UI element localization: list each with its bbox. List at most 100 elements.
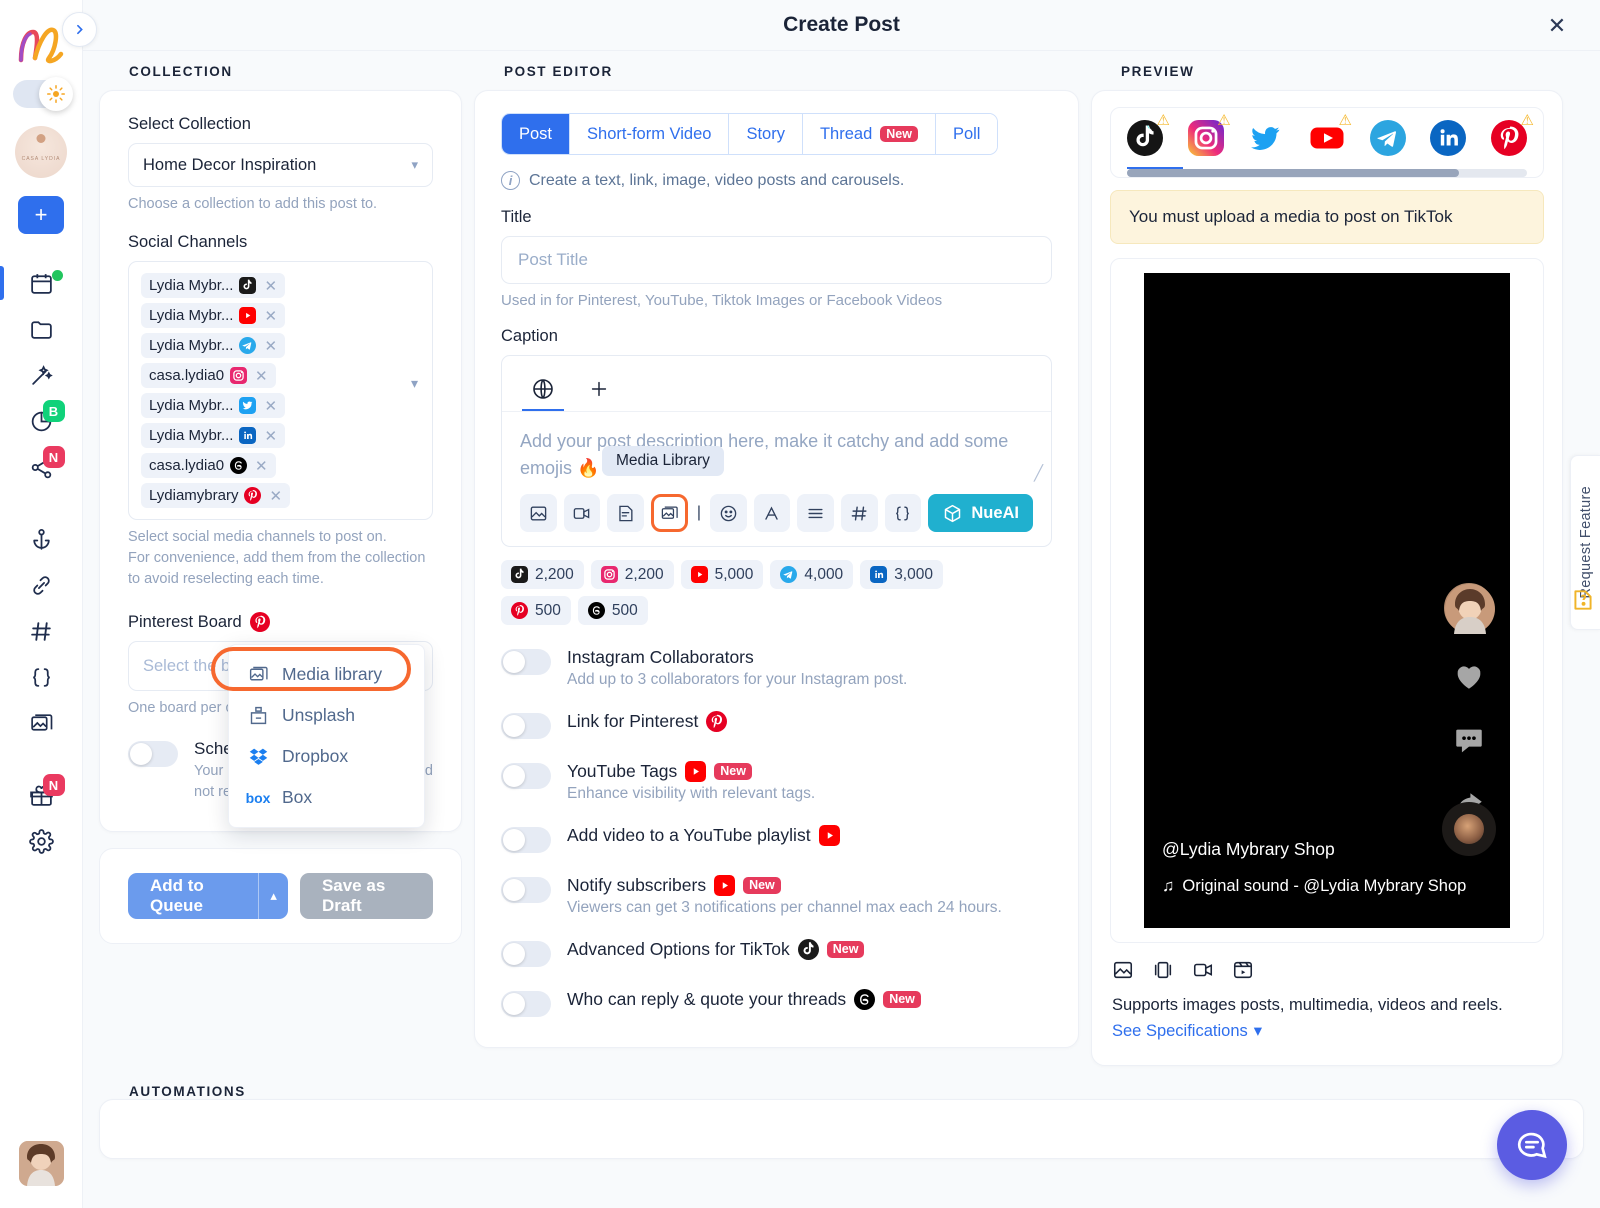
schedule-once-toggle[interactable] — [128, 741, 178, 768]
workspace-avatar[interactable]: CASA LYDIA — [15, 126, 67, 178]
image-icon[interactable] — [520, 494, 557, 532]
heart-icon[interactable] — [1451, 659, 1487, 698]
sidebar-item-settings[interactable] — [0, 818, 83, 864]
create-post-modal: Create Post ✕ COLLECTION Select Collecti… — [83, 0, 1600, 1208]
remove-channel-icon[interactable]: ✕ — [269, 487, 282, 505]
create-new-button[interactable]: + — [18, 196, 64, 234]
tab-thread[interactable]: Thread New — [802, 114, 936, 154]
tab-poll[interactable]: Poll — [935, 114, 998, 154]
video-icon[interactable] — [563, 494, 601, 532]
preview-pinterest-icon[interactable]: ⚠ — [1490, 113, 1534, 156]
youtube-tags-toggle[interactable] — [501, 763, 551, 789]
option-threads-reply: Who can reply & quote your threads New — [501, 989, 1052, 1017]
post-editor-section-label: POST EDITOR — [504, 64, 613, 79]
resize-handle-icon[interactable]: ╱ — [1034, 464, 1043, 482]
sidebar-item-share[interactable]: N — [0, 444, 83, 490]
tab-post[interactable]: Post — [502, 114, 571, 154]
font-icon[interactable] — [753, 494, 791, 532]
hashtag-icon[interactable] — [840, 494, 878, 532]
social-channels-field[interactable]: Lydia Mybr... ✕ Lydia Mybr... ✕ Lydia My… — [128, 261, 433, 521]
link-for-pinterest-toggle[interactable] — [501, 713, 551, 739]
sidebar-item-hashtag[interactable] — [0, 608, 83, 654]
globe-icon[interactable] — [520, 367, 566, 411]
tab-label: Story — [746, 124, 785, 143]
title-input[interactable]: Post Title — [501, 236, 1052, 284]
instagram-collaborators-toggle[interactable] — [501, 649, 551, 675]
sidebar-item-analytics[interactable]: B — [0, 398, 83, 444]
remove-channel-icon[interactable]: ✕ — [264, 307, 277, 325]
channel-chip[interactable]: casa.lydia0 ✕ — [141, 363, 276, 389]
tab-short-form-video[interactable]: Short-form Video — [570, 114, 730, 154]
sidebar-item-media[interactable] — [0, 700, 83, 746]
document-icon[interactable] — [607, 494, 644, 532]
preview-twitter-icon[interactable] — [1248, 120, 1284, 156]
sidebar-item-magic-wand[interactable] — [0, 352, 83, 398]
channel-chip[interactable]: Lydia Mybr... ✕ — [141, 393, 286, 419]
sidebar-item-anchor[interactable] — [0, 516, 83, 562]
emoji-icon[interactable] — [710, 494, 747, 532]
counter-value: 500 — [535, 601, 561, 619]
preview-linkedin-icon[interactable] — [1430, 120, 1467, 156]
option-label: Advanced Options for TikTok — [567, 939, 790, 959]
see-specifications-link[interactable]: See Specifications ▾ — [1110, 1021, 1544, 1041]
variables-icon[interactable] — [884, 494, 922, 532]
chevron-down-icon: ▾ — [411, 157, 418, 172]
threads-reply-toggle[interactable] — [501, 991, 551, 1017]
channel-chip[interactable]: Lydiamybrary ✕ — [141, 483, 291, 509]
dropdown-item-box[interactable]: box Box — [229, 777, 424, 818]
save-as-draft-button[interactable]: Save as Draft — [299, 873, 433, 920]
sidebar-item-calendar[interactable] — [0, 260, 83, 306]
sidebar-item-gift[interactable]: N — [0, 772, 83, 818]
close-icon[interactable]: ✕ — [1544, 13, 1570, 39]
preview-telegram-icon[interactable] — [1369, 120, 1406, 156]
collection-select[interactable]: Home Decor Inspiration ▾ — [128, 143, 433, 187]
help-chat-button[interactable] — [1497, 1110, 1567, 1180]
nueai-button[interactable]: NueAI — [928, 494, 1033, 532]
caption-placeholder[interactable]: Add your post description here, make it … — [502, 412, 1051, 486]
add-to-queue-button[interactable]: Add to Queue ▴ — [128, 873, 288, 920]
preview-instagram-icon[interactable]: ⚠ — [1187, 113, 1231, 156]
notify-subscribers-toggle[interactable] — [501, 877, 551, 903]
sidebar-item-link[interactable] — [0, 562, 83, 608]
counter-value: 3,000 — [894, 565, 933, 583]
align-icon[interactable] — [797, 494, 834, 532]
remove-channel-icon[interactable]: ✕ — [264, 427, 277, 445]
user-avatar[interactable] — [19, 1141, 64, 1186]
option-label: YouTube Tags — [567, 761, 678, 781]
channel-chip[interactable]: Lydia Mybr... ✕ — [141, 333, 286, 359]
dropdown-item-unsplash[interactable]: Unsplash — [229, 695, 424, 736]
avatar[interactable] — [1444, 583, 1495, 634]
add-variant-icon[interactable] — [576, 367, 622, 411]
dropdown-item-dropbox[interactable]: Dropbox — [229, 736, 424, 777]
tiktok-video-preview[interactable]: @Lydia Mybrary Shop ♫ Original sound - @… — [1144, 273, 1510, 928]
sidebar-item-folder[interactable] — [0, 306, 83, 352]
remove-channel-icon[interactable]: ✕ — [255, 367, 268, 385]
remove-channel-icon[interactable]: ✕ — [264, 397, 277, 415]
chevron-down-icon[interactable]: ▾ — [411, 375, 418, 392]
video-icon — [1192, 959, 1214, 986]
media-library-icon[interactable] — [650, 494, 688, 532]
scrollbar-thumb[interactable] — [1127, 169, 1459, 177]
channel-chip[interactable]: Lydia Mybr... ✕ — [141, 303, 286, 329]
advanced-tiktok-toggle[interactable] — [501, 941, 551, 967]
remove-channel-icon[interactable]: ✕ — [255, 457, 268, 475]
theme-toggle[interactable] — [13, 77, 73, 111]
channel-chip[interactable]: Lydia Mybr... ✕ — [141, 273, 286, 299]
preview-channels-scrollbar[interactable] — [1127, 169, 1527, 177]
chevron-up-icon[interactable]: ▴ — [258, 873, 288, 920]
feature-flag-icon[interactable] — [1570, 585, 1596, 620]
app-logo[interactable] — [15, 24, 67, 66]
channel-chip[interactable]: Lydia Mybr... ✕ — [141, 423, 286, 449]
tab-story[interactable]: Story — [729, 114, 803, 154]
remove-channel-icon[interactable]: ✕ — [264, 277, 277, 295]
preview-youtube-icon[interactable]: ⚠ — [1309, 113, 1352, 156]
remove-channel-icon[interactable]: ✕ — [264, 337, 277, 355]
sidebar-item-variables[interactable] — [0, 654, 83, 700]
youtube-playlist-toggle[interactable] — [501, 827, 551, 853]
preview-tiktok-icon[interactable]: ⚠ — [1127, 113, 1170, 156]
comment-icon[interactable] — [1451, 724, 1487, 763]
collapse-sidebar-button[interactable] — [62, 12, 97, 47]
social-channels-label: Social Channels — [128, 233, 248, 252]
channel-chip[interactable]: casa.lydia0 ✕ — [141, 453, 276, 479]
dropdown-item-media-library[interactable]: Media library — [211, 647, 424, 695]
